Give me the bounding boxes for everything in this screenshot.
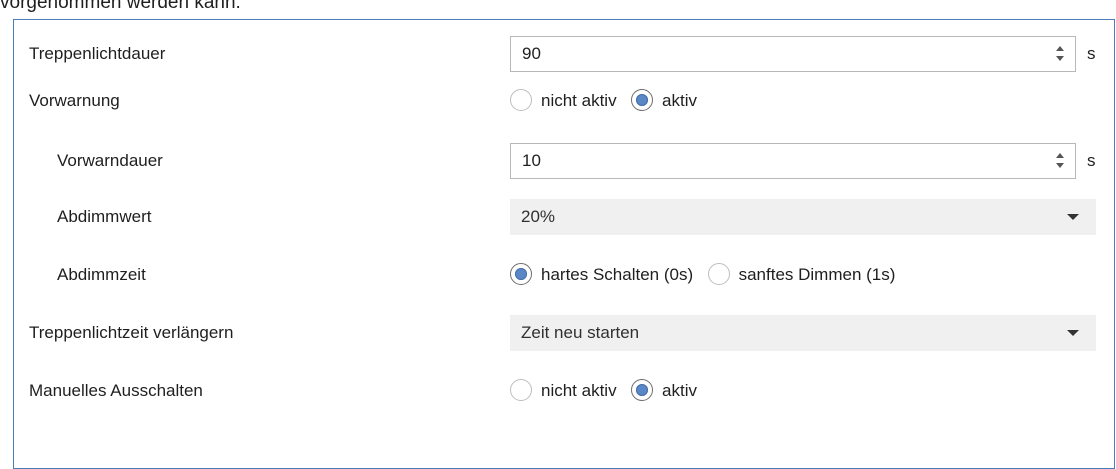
- radio-checked-icon[interactable]: [510, 262, 532, 285]
- spin-arrows-icon[interactable]: [1055, 44, 1065, 64]
- radio-unchecked-icon[interactable]: [510, 378, 532, 401]
- row-vorwarnung: Vorwarnung nicht aktiv aktiv: [14, 77, 1114, 125]
- abdimmzeit-radio-hartes-schalten[interactable]: hartes Schalten (0s): [510, 251, 693, 299]
- label-manuelles-ausschalten: Manuelles Ausschalten: [29, 381, 203, 400]
- label-abdimmwert: Abdimmwert: [57, 207, 152, 226]
- radio-label: sanftes Dimmen (1s): [738, 265, 896, 284]
- vorwarndauer-value[interactable]: 10: [522, 144, 541, 178]
- treppenlichtzeit-verlaengern-value: Zeit neu starten: [521, 323, 640, 342]
- caption-text: vorgenommen werden kann:: [0, 0, 241, 13]
- spin-up-icon[interactable]: [1056, 46, 1064, 51]
- manuelles-ausschalten-radio-aktiv[interactable]: aktiv: [631, 367, 697, 415]
- chevron-down-icon[interactable]: [1067, 330, 1079, 336]
- treppenlichtzeit-verlaengern-dropdown[interactable]: Zeit neu starten: [510, 315, 1096, 351]
- radio-label: aktiv: [662, 91, 698, 110]
- manuelles-ausschalten-radio-group: nicht aktiv aktiv: [510, 367, 707, 415]
- unit-seconds: s: [1087, 44, 1096, 63]
- abdimmwert-dropdown[interactable]: 20%: [510, 199, 1096, 235]
- radio-label: nicht aktiv: [541, 381, 617, 400]
- abdimmwert-value: 20%: [521, 207, 556, 226]
- manuelles-ausschalten-radio-nicht-aktiv[interactable]: nicht aktiv: [510, 367, 617, 415]
- row-manuelles-ausschalten: Manuelles Ausschalten nicht aktiv aktiv: [14, 367, 1114, 415]
- unit-seconds: s: [1087, 151, 1096, 170]
- radio-unchecked-icon[interactable]: [707, 262, 730, 285]
- spin-down-icon[interactable]: [1056, 163, 1064, 168]
- parameter-panel: Treppenlichtdauer 90 s Vorwarnung nicht …: [13, 19, 1115, 469]
- vorwarndauer-spinbox[interactable]: 10: [510, 143, 1076, 179]
- vorwarnung-radio-group: nicht aktiv aktiv: [510, 77, 707, 125]
- chevron-down-icon[interactable]: [1067, 214, 1079, 220]
- row-treppenlichtdauer: Treppenlichtdauer 90 s: [14, 30, 1114, 78]
- label-abdimmzeit: Abdimmzeit: [57, 265, 146, 284]
- radio-label: aktiv: [662, 381, 698, 400]
- label-vorwarndauer: Vorwarndauer: [57, 151, 163, 170]
- abdimmzeit-radio-sanftes-dimmen[interactable]: sanftes Dimmen (1s): [707, 251, 896, 299]
- spin-down-icon[interactable]: [1056, 56, 1064, 61]
- row-treppenlichtzeit-verlaengern: Treppenlichtzeit verlängern Zeit neu sta…: [14, 309, 1114, 357]
- radio-label: nicht aktiv: [541, 91, 617, 110]
- radio-label: hartes Schalten (0s): [541, 265, 694, 284]
- label-vorwarnung: Vorwarnung: [29, 91, 120, 110]
- treppenlichtdauer-value[interactable]: 90: [522, 37, 541, 71]
- radio-checked-icon[interactable]: [631, 88, 654, 111]
- spin-up-icon[interactable]: [1056, 153, 1064, 158]
- label-treppenlichtdauer: Treppenlichtdauer: [29, 44, 166, 63]
- row-abdimmwert: Abdimmwert 20%: [14, 193, 1114, 241]
- treppenlichtdauer-spinbox[interactable]: 90: [510, 36, 1076, 72]
- label-treppenlichtzeit-verlaengern: Treppenlichtzeit verlängern: [29, 323, 234, 342]
- vorwarnung-radio-aktiv[interactable]: aktiv: [631, 77, 697, 125]
- spin-arrows-icon[interactable]: [1055, 151, 1065, 171]
- vorwarnung-radio-nicht-aktiv[interactable]: nicht aktiv: [510, 77, 617, 125]
- row-abdimmzeit: Abdimmzeit hartes Schalten (0s) sanftes …: [14, 251, 1114, 299]
- radio-unchecked-icon[interactable]: [510, 88, 532, 111]
- row-vorwarndauer: Vorwarndauer 10 s: [14, 137, 1114, 185]
- abdimmzeit-radio-group: hartes Schalten (0s) sanftes Dimmen (1s): [510, 251, 905, 299]
- radio-checked-icon[interactable]: [631, 378, 654, 401]
